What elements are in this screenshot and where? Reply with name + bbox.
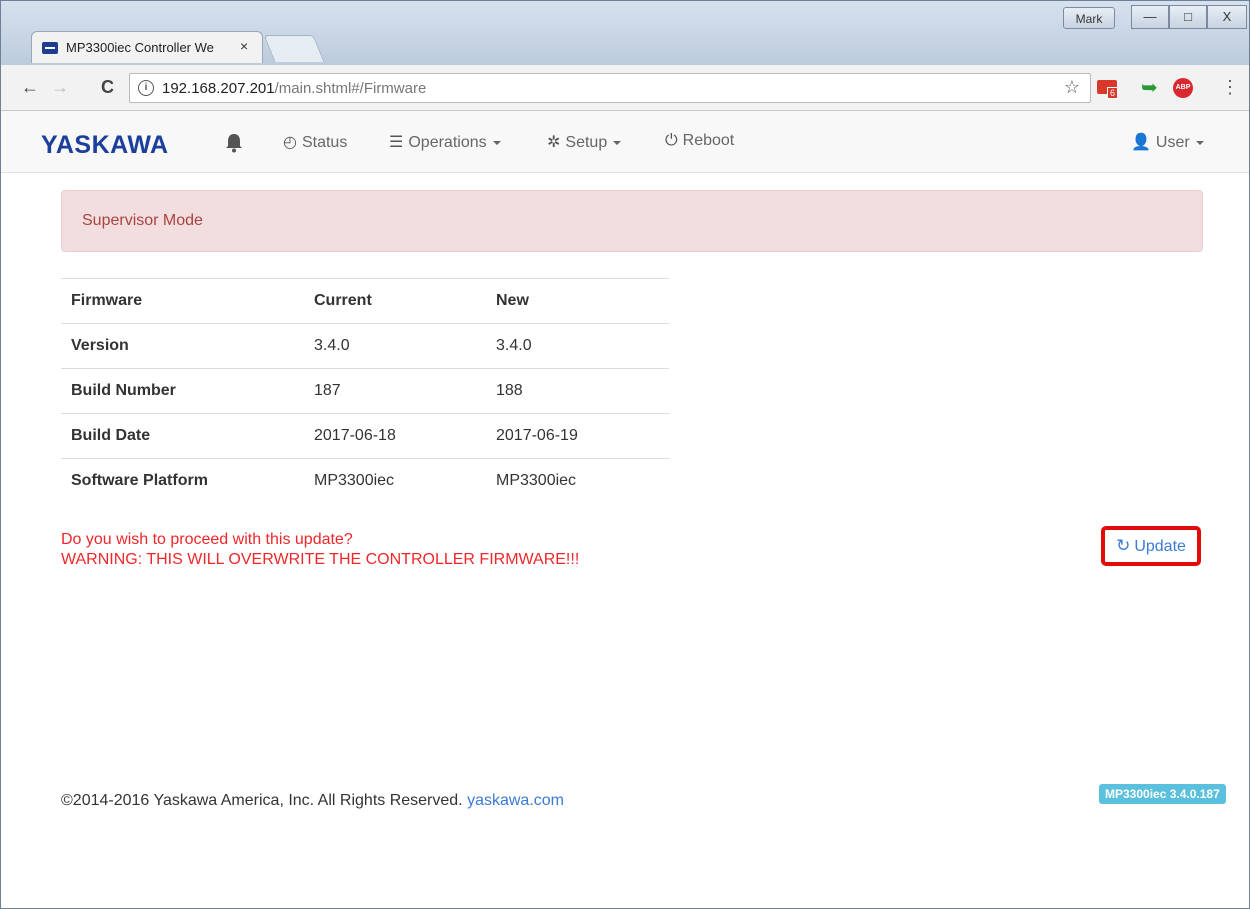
user-icon: 👤	[1131, 134, 1151, 151]
brand-logo[interactable]: YASKAWA	[41, 131, 169, 160]
title-bar: MP3300iec Controller We × Mark — □ X	[1, 1, 1249, 65]
table-header: New	[486, 278, 669, 324]
gmail-extension-icon[interactable]: 6	[1097, 77, 1119, 99]
browser-toolbar: ← → C i 192.168.207.201/main.shtml#/Firm…	[1, 65, 1249, 111]
update-button[interactable]: ↻ Update	[1101, 526, 1201, 566]
reload-icon[interactable]: C	[101, 77, 114, 98]
back-arrow-icon[interactable]: ←	[21, 77, 39, 98]
new-value: 2017-06-19	[486, 413, 669, 459]
new-tab-button[interactable]	[263, 35, 325, 62]
address-bar[interactable]: i 192.168.207.201/main.shtml#/Firmware ☆	[129, 73, 1091, 103]
nav-setup[interactable]: ✲ Setup	[547, 132, 622, 152]
share-arrow-icon[interactable]: ➥	[1141, 75, 1163, 99]
yaskawa-link[interactable]: yaskawa.com	[467, 792, 564, 809]
current-value: 3.4.0	[304, 323, 486, 369]
caret-down-icon	[1195, 140, 1204, 145]
footer: ©2014-2016 Yaskawa America, Inc. All Rig…	[61, 792, 564, 810]
row-label: Software Platform	[61, 458, 304, 504]
gmail-unread-badge: 6	[1107, 87, 1119, 99]
url-host: 192.168.207.201	[162, 80, 275, 97]
table-row: Version 3.4.0 3.4.0	[61, 323, 669, 369]
row-label: Build Number	[61, 368, 304, 414]
clock-icon: ◴	[283, 134, 297, 151]
new-value: MP3300iec	[486, 458, 669, 504]
browser-window: MP3300iec Controller We × Mark — □ X ← →…	[0, 0, 1250, 909]
url-path: /main.shtml#/Firmware	[274, 80, 427, 97]
power-icon: ⏻	[665, 132, 678, 149]
table-row: Build Date 2017-06-18 2017-06-19	[61, 413, 669, 459]
new-value: 3.4.0	[486, 323, 669, 369]
supervisor-mode-alert: Supervisor Mode	[61, 190, 1203, 252]
minimize-button[interactable]: —	[1131, 5, 1169, 29]
table-row: Software Platform MP3300iec MP3300iec	[61, 458, 669, 504]
server-icon: ☰	[389, 134, 404, 151]
tab-title: MP3300iec Controller We	[66, 40, 214, 55]
table-header: Firmware	[61, 278, 304, 324]
bookmark-star-icon[interactable]: ☆	[1064, 77, 1080, 98]
copyright-text: ©2014-2016 Yaskawa America, Inc. All Rig…	[61, 792, 463, 809]
nav-reboot-label: Reboot	[682, 132, 735, 149]
version-badge: MP3300iec 3.4.0.187	[1099, 784, 1226, 804]
new-value: 188	[486, 368, 669, 414]
forward-arrow-icon[interactable]: →	[51, 77, 69, 98]
overwrite-warning: WARNING: THIS WILL OVERWRITE THE CONTROL…	[61, 551, 580, 568]
current-value: MP3300iec	[304, 458, 486, 504]
nav-operations[interactable]: ☰ Operations	[389, 132, 501, 152]
table-header: Current	[304, 278, 486, 324]
table-header-row: Firmware Current New	[61, 278, 669, 324]
adblock-icon[interactable]: ABP	[1173, 78, 1193, 98]
refresh-icon: ↻	[1116, 536, 1131, 555]
user-menu[interactable]: 👤 User	[1131, 132, 1204, 152]
info-icon[interactable]: i	[138, 80, 154, 96]
bell-icon[interactable]	[225, 133, 243, 153]
maximize-button[interactable]: □	[1169, 5, 1207, 29]
user-menu-label: User	[1155, 134, 1190, 151]
caret-down-icon	[492, 140, 501, 145]
current-value: 187	[304, 368, 486, 414]
nav-reboot[interactable]: ⏻ Reboot	[665, 132, 734, 150]
row-label: Build Date	[61, 413, 304, 459]
cog-icon: ✲	[547, 134, 561, 151]
row-label: Version	[61, 323, 304, 369]
update-confirmation: Do you wish to proceed with this update?…	[61, 530, 579, 570]
profile-button[interactable]: Mark	[1063, 7, 1115, 29]
update-button-label: Update	[1134, 538, 1186, 555]
url-text: 192.168.207.201/main.shtml#/Firmware	[162, 80, 426, 97]
app-navbar: YASKAWA ◴ Status ☰ Operations ✲ Setup ⏻ Rebo…	[1, 111, 1249, 173]
firmware-table: Firmware Current New Version 3.4.0 3.4.0…	[61, 278, 669, 504]
nav-status[interactable]: ◴ Status	[283, 132, 347, 152]
caret-down-icon	[613, 140, 622, 145]
tab-close-icon[interactable]: ×	[240, 38, 248, 54]
nav-status-label: Status	[301, 134, 348, 151]
nav-setup-label: Setup	[565, 134, 608, 151]
close-window-button[interactable]: X	[1207, 5, 1247, 29]
current-value: 2017-06-18	[304, 413, 486, 459]
browser-menu-icon[interactable]: ⋮	[1221, 77, 1239, 98]
yaskawa-favicon-icon	[42, 42, 58, 54]
nav-operations-label: Operations	[408, 134, 487, 151]
table-row: Build Number 187 188	[61, 368, 669, 414]
confirm-question: Do you wish to proceed with this update?	[61, 531, 353, 548]
browser-tab[interactable]: MP3300iec Controller We ×	[31, 31, 263, 63]
